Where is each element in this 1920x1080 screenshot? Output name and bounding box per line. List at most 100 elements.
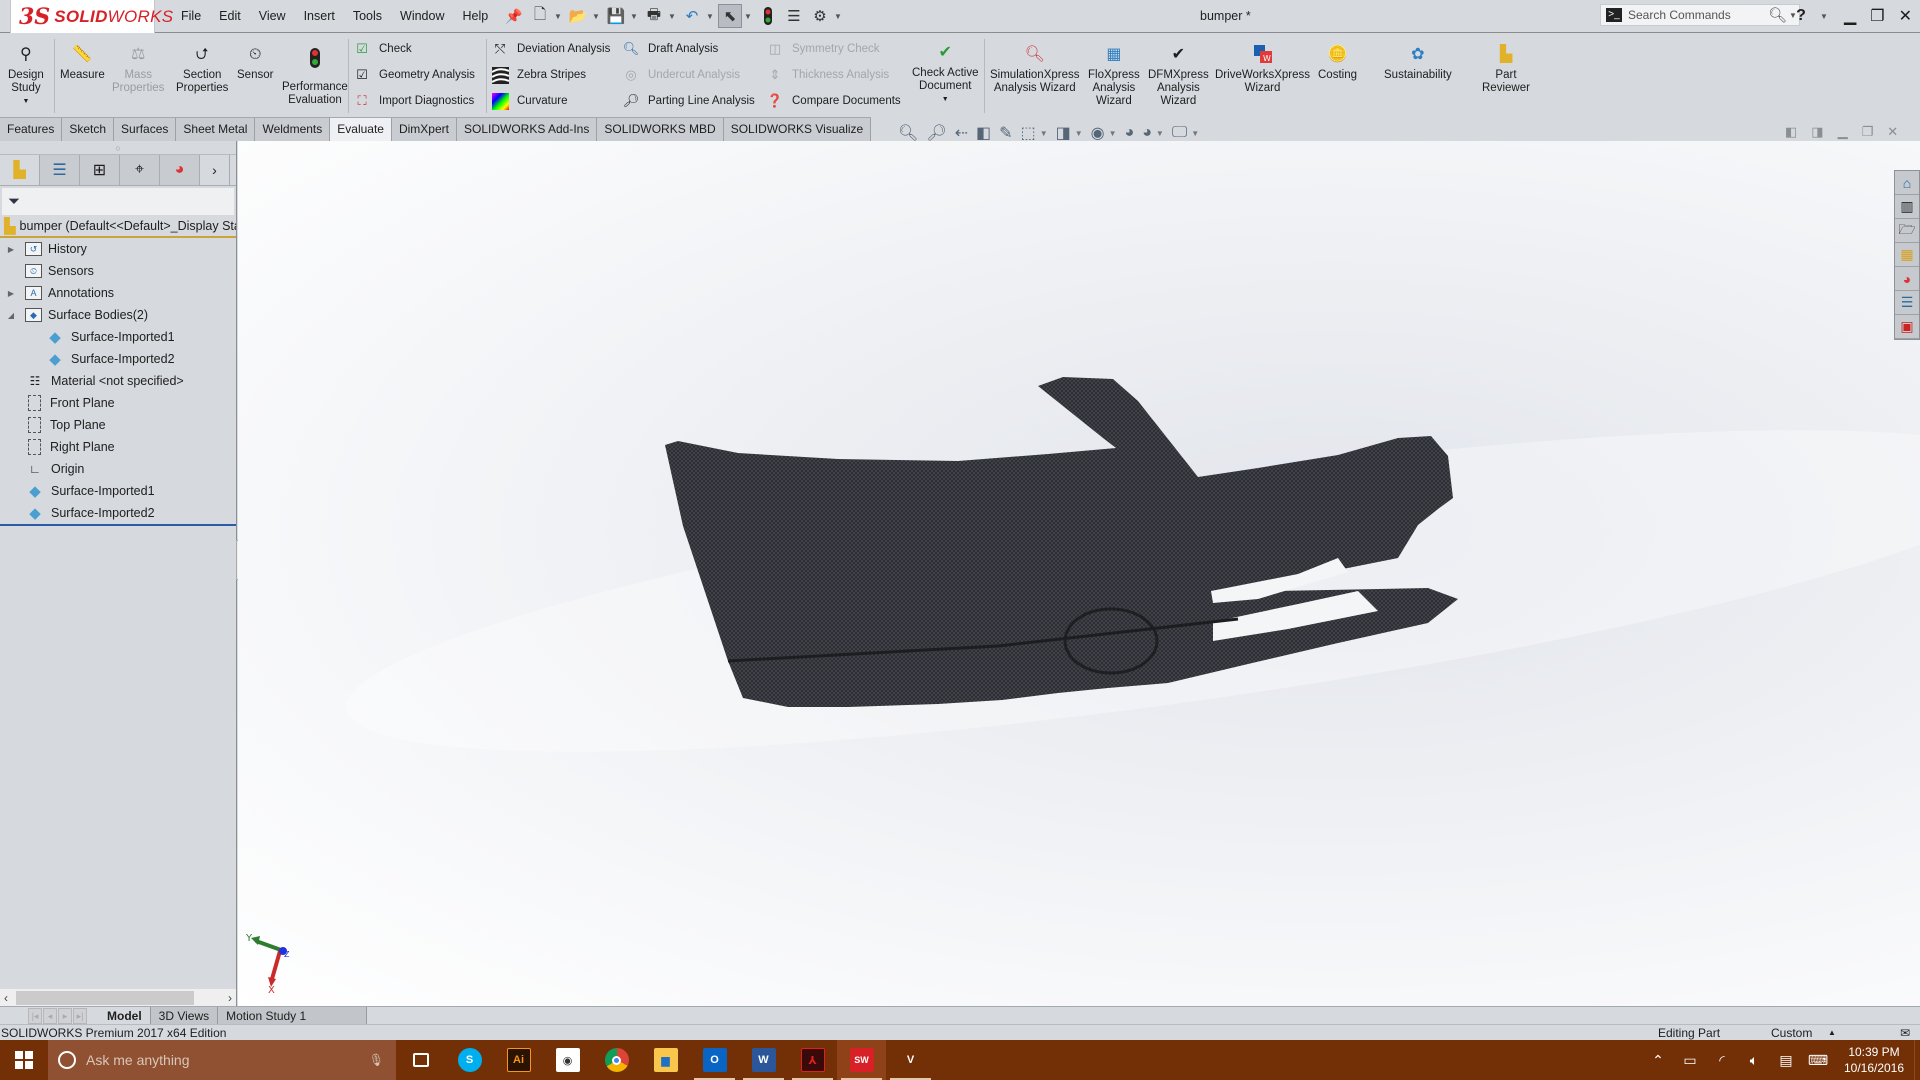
undo-dropdown-icon[interactable]: ▼ [706,12,716,21]
sustainability-button[interactable]: ✿ Sustainability [1384,43,1452,82]
unit-system-up-arrow-icon[interactable]: ▲ [1828,1025,1836,1041]
solidworks-visualize-icon[interactable]: V [886,1040,935,1080]
chrome-icon[interactable] [592,1040,641,1080]
new-dropdown-icon[interactable]: ▼ [554,12,564,21]
view-orientation-icon[interactable]: ⬚ [1021,123,1036,143]
new-document-icon[interactable]: 🗋 [528,4,552,28]
tree-item[interactable]: ⏲ Sensors [0,260,236,282]
configurationmanager-tab-icon[interactable]: ⊞ [80,155,120,185]
undo-icon[interactable]: ↶ [680,4,704,28]
show-hidden-icons-icon[interactable]: ⌃ [1642,1052,1674,1069]
save-icon[interactable]: 💾 [604,4,628,28]
simulationxpress-button[interactable]: 🔍︎ SimulationXpress Analysis Wizard [990,43,1079,95]
illustrator-icon[interactable]: Ai [494,1040,543,1080]
hide-show-items-icon[interactable]: ◉ [1091,123,1105,143]
tree-item[interactable]: ▶ A Annotations [0,282,236,304]
zoom-to-area-icon[interactable]: 🔎︎ [926,123,946,143]
curvature-button[interactable]: Curvature [491,91,568,111]
zebra-stripes-button[interactable]: Zebra Stripes [491,65,586,85]
check-button[interactable]: ☑ Check [353,39,411,59]
tree-item[interactable]: ◆ Surface-Imported1 [0,480,236,502]
task-view-icon[interactable] [396,1040,445,1080]
menu-file[interactable]: File [172,9,210,23]
section-properties-button[interactable]: ⮍ Section Properties [176,43,228,95]
tree-item[interactable]: ▶ ↺ History [0,238,236,260]
zoom-to-fit-icon[interactable]: 🔍︎ [898,123,918,143]
design-library-icon[interactable]: ▥ [1895,195,1919,219]
featuremanager-tab-icon[interactable]: ▙ [0,155,40,185]
options-dropdown-icon[interactable]: ▼ [834,12,844,21]
panel-horizontal-scrollbar[interactable]: ‹ › [0,989,236,1007]
file-properties-icon[interactable]: ☰ [782,4,806,28]
display-style-dropdown-icon[interactable]: ▼ [1075,129,1083,138]
tree-item[interactable]: ◆ Surface-Imported2 [0,502,236,524]
pin-menu-icon[interactable]: 📌 [505,8,522,25]
view-settings-dropdown-icon[interactable]: ▼ [1191,129,1199,138]
acrobat-icon[interactable]: ⅄ [788,1040,837,1080]
solidworks-logo[interactable]: 3S SOLIDWORKS [10,0,173,34]
solidworks-forum-icon[interactable]: ▣ [1895,315,1919,339]
doc-close-icon[interactable]: ✕ [1887,124,1898,140]
search-commands-input[interactable]: >_ Search Commands 🔍︎ ▼ [1600,4,1800,26]
open-dropdown-icon[interactable]: ▼ [592,12,602,21]
cortana-search-box[interactable]: Ask me anything 🎙 [48,1040,396,1080]
split-right-icon[interactable]: ◨ [1811,124,1823,140]
display-style-icon[interactable]: ◨ [1056,123,1071,143]
help-icon[interactable]: ? [1796,7,1806,25]
tree-item[interactable]: Top Plane [0,414,236,436]
clock[interactable]: 10:39 PM 10/16/2016 [1834,1044,1914,1076]
volume-icon[interactable]: 🔈︎ [1738,1052,1770,1069]
panel-grip[interactable]: ○ [0,141,236,155]
help-dropdown-icon[interactable]: ▼ [1820,12,1830,21]
tree-item[interactable]: ◆ Surface-Imported1 [0,326,236,348]
dynamic-annotation-views-icon[interactable]: ✎ [999,123,1012,143]
apply-scene-dropdown-icon[interactable]: ▼ [1156,129,1164,138]
quick-tips-icon[interactable]: ✉ [1900,1025,1910,1041]
tree-item[interactable]: ∟ Origin [0,458,236,480]
tab-weldments[interactable]: Weldments [255,118,331,141]
more-tabs-chevron-icon[interactable]: › [200,155,230,185]
tree-root-part[interactable]: ▙ bumper (Default<<Default>_Display Stat… [0,215,236,238]
tab-dimxpert[interactable]: DimXpert [391,118,457,141]
graphics-area[interactable]: Y X Z [238,141,1920,1007]
microphone-icon[interactable]: 🎙 [369,1053,384,1067]
parting-line-analysis-button[interactable]: 🔎︎ Parting Line Analysis [622,91,755,111]
draft-analysis-button[interactable]: 🔍︎ Draft Analysis [622,39,719,59]
options-gear-icon[interactable]: ⚙ [808,4,832,28]
close-icon[interactable]: ✕ [1899,6,1912,26]
file-explorer-icon[interactable]: ▆ [641,1040,690,1080]
last-tab-icon[interactable]: ▸| [73,1007,87,1024]
displaymanager-tab-icon[interactable]: ◕ [160,155,200,185]
hide-show-dropdown-icon[interactable]: ▼ [1109,129,1117,138]
tab-solidworks-add-ins[interactable]: SOLIDWORKS Add-Ins [456,118,598,141]
mass-properties-button[interactable]: ⚖ Mass Properties [112,43,164,95]
select-dropdown-icon[interactable]: ▼ [744,12,754,21]
camera-icon[interactable]: ◉ [543,1040,592,1080]
solidworks-resources-icon[interactable]: ⌂ [1895,171,1919,195]
unit-system-selector[interactable]: Custom [1771,1025,1812,1041]
search-icon[interactable]: 🔍︎ [1768,6,1787,24]
tab-features[interactable]: Features [0,118,63,141]
minimize-icon[interactable]: ▁ [1844,6,1856,26]
tab-surfaces[interactable]: Surfaces [114,118,177,141]
section-view-icon[interactable]: ◧ [976,123,991,143]
edit-appearance-icon[interactable]: ◕ [1125,124,1135,142]
first-tab-icon[interactable]: |◂ [28,1007,42,1024]
menu-help[interactable]: Help [454,9,498,23]
touch-keyboard-icon[interactable]: ⌨ [1802,1052,1834,1069]
check-active-dropdown-icon[interactable]: ▼ [942,93,949,106]
dimxpertmanager-tab-icon[interactable]: ⌖ [120,155,160,185]
tree-item[interactable]: ◆ Surface-Imported2 [0,348,236,370]
menu-insert[interactable]: Insert [295,9,344,23]
select-pointer-icon[interactable]: ⬉ [718,4,742,28]
show-desktop-button[interactable] [1914,1040,1920,1080]
undercut-analysis-button[interactable]: ◎ Undercut Analysis [622,65,740,85]
tab-motion-study-1[interactable]: Motion Study 1 [218,1006,368,1025]
sensor-button[interactable]: ⏲ Sensor [237,43,273,82]
geometry-analysis-button[interactable]: ☑ Geometry Analysis [353,65,475,85]
floxpress-button[interactable]: ▦ FloXpress Analysis Wizard [1088,43,1140,108]
scroll-left-icon[interactable]: ‹ [4,991,8,1005]
custom-properties-icon[interactable]: ☰ [1895,291,1919,315]
menu-window[interactable]: Window [391,9,453,23]
appearances-scenes-icon[interactable]: ◕ [1895,267,1919,291]
